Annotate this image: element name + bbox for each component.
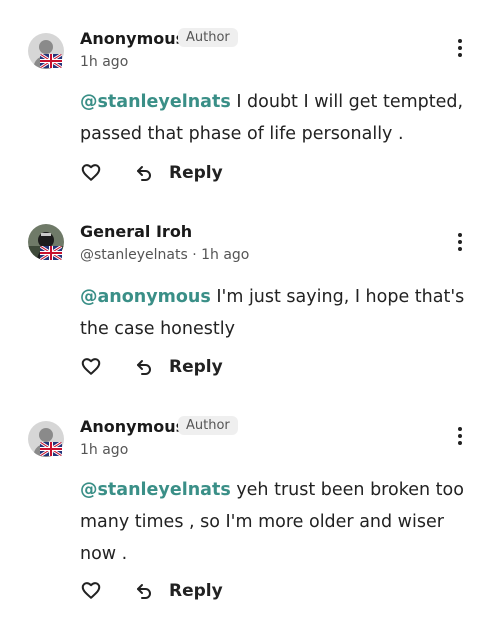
comment-body: @stanleyelnats I doubt I will get tempte… <box>80 86 480 150</box>
reply-label: Reply <box>169 163 223 183</box>
heart-icon[interactable] <box>80 579 102 601</box>
comment-meta: @stanleyelnats · 1h ago <box>80 247 250 263</box>
author-badge: Author <box>178 28 238 47</box>
author-badge: Author <box>178 416 238 435</box>
more-options-icon[interactable] <box>452 36 468 60</box>
author-name[interactable]: Anonymous <box>80 29 185 48</box>
user-mention[interactable]: @anonymous <box>80 287 211 307</box>
user-mention[interactable]: @stanleyelnats <box>80 92 231 112</box>
more-options-icon[interactable] <box>452 230 468 254</box>
heart-icon[interactable] <box>80 161 102 183</box>
comment-timestamp: 1h ago <box>80 54 129 70</box>
author-name[interactable]: General Iroh <box>80 222 192 241</box>
heart-icon[interactable] <box>80 355 102 377</box>
uk-flag-icon <box>40 246 62 260</box>
reply-label: Reply <box>169 357 223 377</box>
comment-body: @stanleyelnats yeh trust been broken too… <box>80 474 480 570</box>
reply-arrow-icon <box>137 360 151 375</box>
reply-label: Reply <box>169 581 223 601</box>
reply-button[interactable]: Reply <box>135 579 223 603</box>
reply-arrow-icon <box>137 166 151 181</box>
more-options-icon[interactable] <box>452 424 468 448</box>
comment-timestamp: 1h ago <box>80 442 129 458</box>
reply-button[interactable]: Reply <box>135 161 223 185</box>
user-mention[interactable]: @stanleyelnats <box>80 480 231 500</box>
comment-body: @anonymous I'm just saying, I hope that'… <box>80 281 480 345</box>
reply-button[interactable]: Reply <box>135 355 223 379</box>
author-name[interactable]: Anonymous <box>80 417 185 436</box>
reply-arrow-icon <box>137 584 151 599</box>
uk-flag-icon <box>40 442 62 456</box>
uk-flag-icon <box>40 54 62 68</box>
